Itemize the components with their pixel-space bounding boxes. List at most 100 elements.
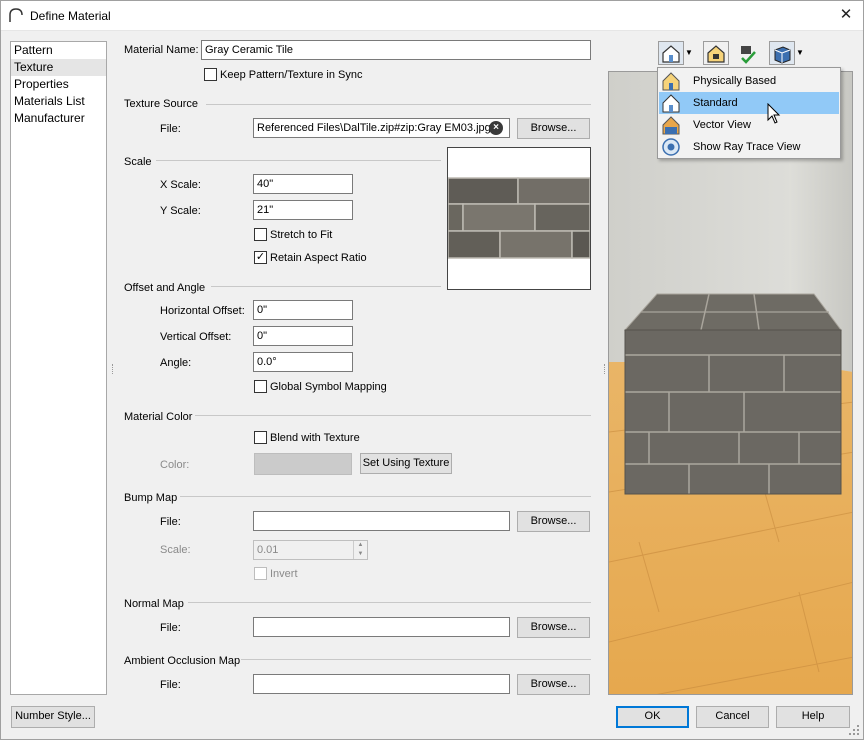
title-bar (0, 0, 864, 31)
ray-trace-icon (662, 138, 680, 156)
color-label: Color: (160, 459, 190, 471)
invert-label: Invert (270, 568, 298, 580)
material-color-heading: Material Color (124, 411, 193, 423)
mouse-cursor-icon (767, 103, 781, 124)
divider (188, 602, 591, 603)
house-pbr-icon (662, 72, 680, 91)
y-scale-input[interactable]: 21" (253, 200, 353, 220)
lighting-button[interactable] (769, 41, 795, 65)
blend-with-texture-checkbox[interactable] (254, 431, 267, 444)
keep-sync-checkbox[interactable] (204, 68, 217, 81)
x-scale-label: X Scale: (160, 179, 201, 191)
menu-item-show-ray-trace[interactable]: Show Ray Trace View (659, 136, 839, 158)
texture-file-input[interactable]: Referenced Files\DalTile.zip#zip:Gray EM… (253, 118, 510, 138)
divider (241, 659, 591, 660)
normal-file-label: File: (160, 622, 181, 634)
house-vector-icon (662, 116, 680, 135)
clear-file-icon[interactable]: × (489, 121, 503, 135)
offset-angle-heading: Offset and Angle (124, 282, 206, 294)
ao-file-input[interactable] (253, 674, 510, 694)
house-camera-icon (707, 45, 725, 63)
global-symbol-mapping-checkbox[interactable] (254, 380, 267, 393)
global-symbol-mapping-label: Global Symbol Mapping (270, 381, 387, 393)
divider (195, 415, 591, 416)
render-mode-button[interactable] (658, 41, 684, 65)
render-scene (609, 72, 852, 694)
bump-file-input[interactable] (253, 511, 510, 531)
nav-item-materials-list[interactable]: Materials List (11, 93, 106, 110)
material-name-input[interactable]: Gray Ceramic Tile (201, 40, 591, 60)
horizontal-offset-label: Horizontal Offset: (160, 305, 245, 317)
angle-label: Angle: (160, 357, 192, 369)
app-arch-icon (9, 8, 23, 22)
set-using-texture-button[interactable]: Set Using Texture (360, 453, 452, 474)
nav-item-manufacturer[interactable]: Manufacturer (11, 110, 106, 127)
ok-button[interactable]: OK (616, 706, 689, 728)
resize-grip-icon[interactable] (848, 724, 860, 736)
menu-item-vector-view[interactable]: Vector View (659, 114, 839, 136)
texture-source-heading: Texture Source (124, 98, 198, 110)
bump-scale-label: Scale: (160, 544, 191, 556)
lighting-dropdown-arrow[interactable]: ▼ (795, 41, 805, 65)
menu-item-label: Vector View (693, 119, 751, 131)
normal-map-heading: Normal Map (124, 598, 184, 610)
ao-map-heading: Ambient Occlusion Map (124, 655, 241, 667)
texture-preview-image (447, 177, 591, 259)
divider (180, 496, 591, 497)
category-list: Pattern Texture Properties Materials Lis… (10, 41, 107, 695)
normal-file-input[interactable] (253, 617, 510, 637)
nav-item-properties[interactable]: Properties (11, 76, 106, 93)
render-mode-dropdown-arrow[interactable]: ▼ (684, 41, 694, 65)
menu-item-label: Show Ray Trace View (693, 141, 801, 153)
bump-scale-input[interactable]: 0.01 (253, 540, 368, 560)
bump-browse-button[interactable]: Browse... (517, 511, 590, 532)
render-mode-menu: Physically Based Standard Vector View Sh… (657, 67, 841, 159)
stretch-to-fit-checkbox[interactable] (254, 228, 267, 241)
menu-item-standard[interactable]: Standard (659, 92, 839, 114)
bump-scale-spinner[interactable]: ▲ ▼ (353, 541, 367, 559)
material-name-label: Material Name: (124, 44, 199, 56)
retain-aspect-label: Retain Aspect Ratio (270, 252, 367, 264)
check-camera-icon (741, 46, 756, 64)
material-render-preview (608, 71, 853, 695)
blend-with-texture-label: Blend with Texture (270, 432, 360, 444)
cancel-button[interactable]: Cancel (696, 706, 769, 728)
menu-item-label: Standard (693, 97, 738, 109)
divider (206, 104, 591, 105)
menu-item-label: Physically Based (693, 75, 777, 87)
bump-map-heading: Bump Map (124, 492, 178, 504)
scale-heading: Scale (124, 156, 152, 168)
help-button[interactable]: Help (776, 706, 850, 728)
nav-item-pattern[interactable]: Pattern (11, 42, 106, 59)
x-scale-input[interactable]: 40" (253, 174, 353, 194)
vertical-offset-label: Vertical Offset: (160, 331, 232, 343)
vertical-offset-input[interactable]: 0" (253, 326, 353, 346)
house-standard-icon (662, 94, 680, 113)
ao-browse-button[interactable]: Browse... (517, 674, 590, 695)
angle-input[interactable]: 0.0° (253, 352, 353, 372)
color-swatch (254, 453, 352, 475)
right-splitter-handle[interactable] (604, 364, 606, 374)
menu-item-physically-based[interactable]: Physically Based (659, 70, 839, 92)
stretch-to-fit-label: Stretch to Fit (270, 229, 333, 241)
retain-aspect-checkbox[interactable]: ✓ (254, 251, 267, 264)
window-title: Define Material (30, 9, 111, 23)
cube-light-icon (774, 46, 791, 64)
horizontal-offset-input[interactable]: 0" (253, 300, 353, 320)
keep-sync-label: Keep Pattern/Texture in Sync (220, 69, 363, 81)
apply-check-button[interactable] (737, 43, 759, 65)
divider (156, 160, 441, 161)
number-style-button[interactable]: Number Style... (11, 706, 95, 728)
normal-browse-button[interactable]: Browse... (517, 617, 590, 638)
ao-file-label: File: (160, 679, 181, 691)
house-standard-icon (662, 45, 680, 63)
left-splitter-handle[interactable] (112, 364, 114, 374)
camera-settings-button[interactable] (703, 41, 729, 65)
y-scale-label: Y Scale: (160, 205, 201, 217)
texture-file-label: File: (160, 123, 181, 135)
invert-checkbox[interactable] (254, 567, 267, 580)
close-icon[interactable]: ✕ (836, 5, 856, 25)
texture-browse-button[interactable]: Browse... (517, 118, 590, 139)
nav-item-texture[interactable]: Texture (11, 59, 106, 76)
bump-file-label: File: (160, 516, 181, 528)
